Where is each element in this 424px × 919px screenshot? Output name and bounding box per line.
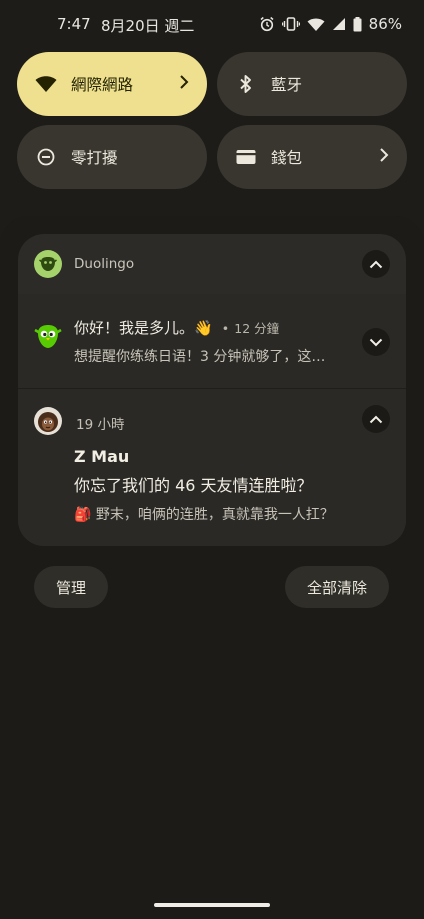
vibrate-icon <box>281 16 300 32</box>
notification-header-line: 你好！我是多儿。👋 • 12 分鐘 <box>74 317 279 338</box>
wifi-icon <box>307 17 325 32</box>
notification-text: 想提醒你练练日语！3 分钟就够了，这… <box>74 349 326 365</box>
tile-label: 網際網路 <box>71 76 134 94</box>
app-name: Duolingo <box>74 256 135 272</box>
tile-bluetooth[interactable]: 藍牙 <box>217 52 407 116</box>
collapse-group-button[interactable] <box>362 250 390 278</box>
notification-text: 🎒 野末，咱俩的连胜，真就靠我一人扛？ <box>74 507 334 523</box>
expand-notification-button[interactable] <box>362 328 390 356</box>
notification-time: 19 小時 <box>76 417 125 433</box>
status-icons: 86% <box>259 15 402 33</box>
do-not-disturb-icon <box>35 146 57 168</box>
chevron-right-icon <box>179 74 189 94</box>
tile-label: 藍牙 <box>271 76 303 94</box>
notification-group-header[interactable]: Duolingo <box>18 234 406 294</box>
clear-all-button[interactable]: 全部清除 <box>285 566 389 608</box>
duolingo-owl-icon <box>34 250 62 278</box>
notification-title: 你好！我是多儿。👋 <box>74 319 213 337</box>
battery-percent: 86% <box>368 15 402 33</box>
tile-internet[interactable]: 網際網路 <box>17 52 207 116</box>
cell-signal-icon <box>332 17 346 31</box>
alarm-icon <box>259 16 275 32</box>
collapse-notification-button[interactable] <box>362 405 390 433</box>
home-gesture-bar[interactable] <box>154 903 270 907</box>
wifi-icon <box>35 73 57 95</box>
notification-sender: Z Mau <box>74 447 130 466</box>
bluetooth-icon <box>235 73 257 95</box>
notification-group-duolingo[interactable]: Duolingo 你好！我是多儿。👋 • 12 分鐘 想提醒你练练日语！3 分钟… <box>18 234 406 546</box>
notification-item-expanded[interactable]: 19 小時 Z Mau 你忘了我们的 46 天友情连胜啦？ 🎒 野末，咱俩的连胜… <box>18 389 406 546</box>
notification-time-dot: • <box>221 321 230 336</box>
manage-button[interactable]: 管理 <box>34 566 108 608</box>
tile-wallet[interactable]: 錢包 <box>217 125 407 189</box>
tile-label: 錢包 <box>271 149 303 167</box>
tile-label: 零打擾 <box>71 149 118 167</box>
duo-mascot-icon <box>34 324 62 354</box>
tile-do-not-disturb[interactable]: 零打擾 <box>17 125 207 189</box>
date: 8月20日 週二 <box>101 17 195 35</box>
battery-icon <box>353 16 362 32</box>
status-bar: 7:47 8月20日 週二 86% <box>0 0 424 50</box>
clock: 7:47 <box>57 15 91 33</box>
notification-item[interactable]: 你好！我是多儿。👋 • 12 分鐘 想提醒你练练日语！3 分钟就够了，这… <box>18 294 406 388</box>
notification-time: 12 分鐘 <box>234 321 280 336</box>
wallet-icon <box>235 146 257 168</box>
avatar <box>34 407 62 435</box>
notification-title: 你忘了我们的 46 天友情连胜啦？ <box>74 476 313 495</box>
chevron-right-icon <box>379 147 389 167</box>
